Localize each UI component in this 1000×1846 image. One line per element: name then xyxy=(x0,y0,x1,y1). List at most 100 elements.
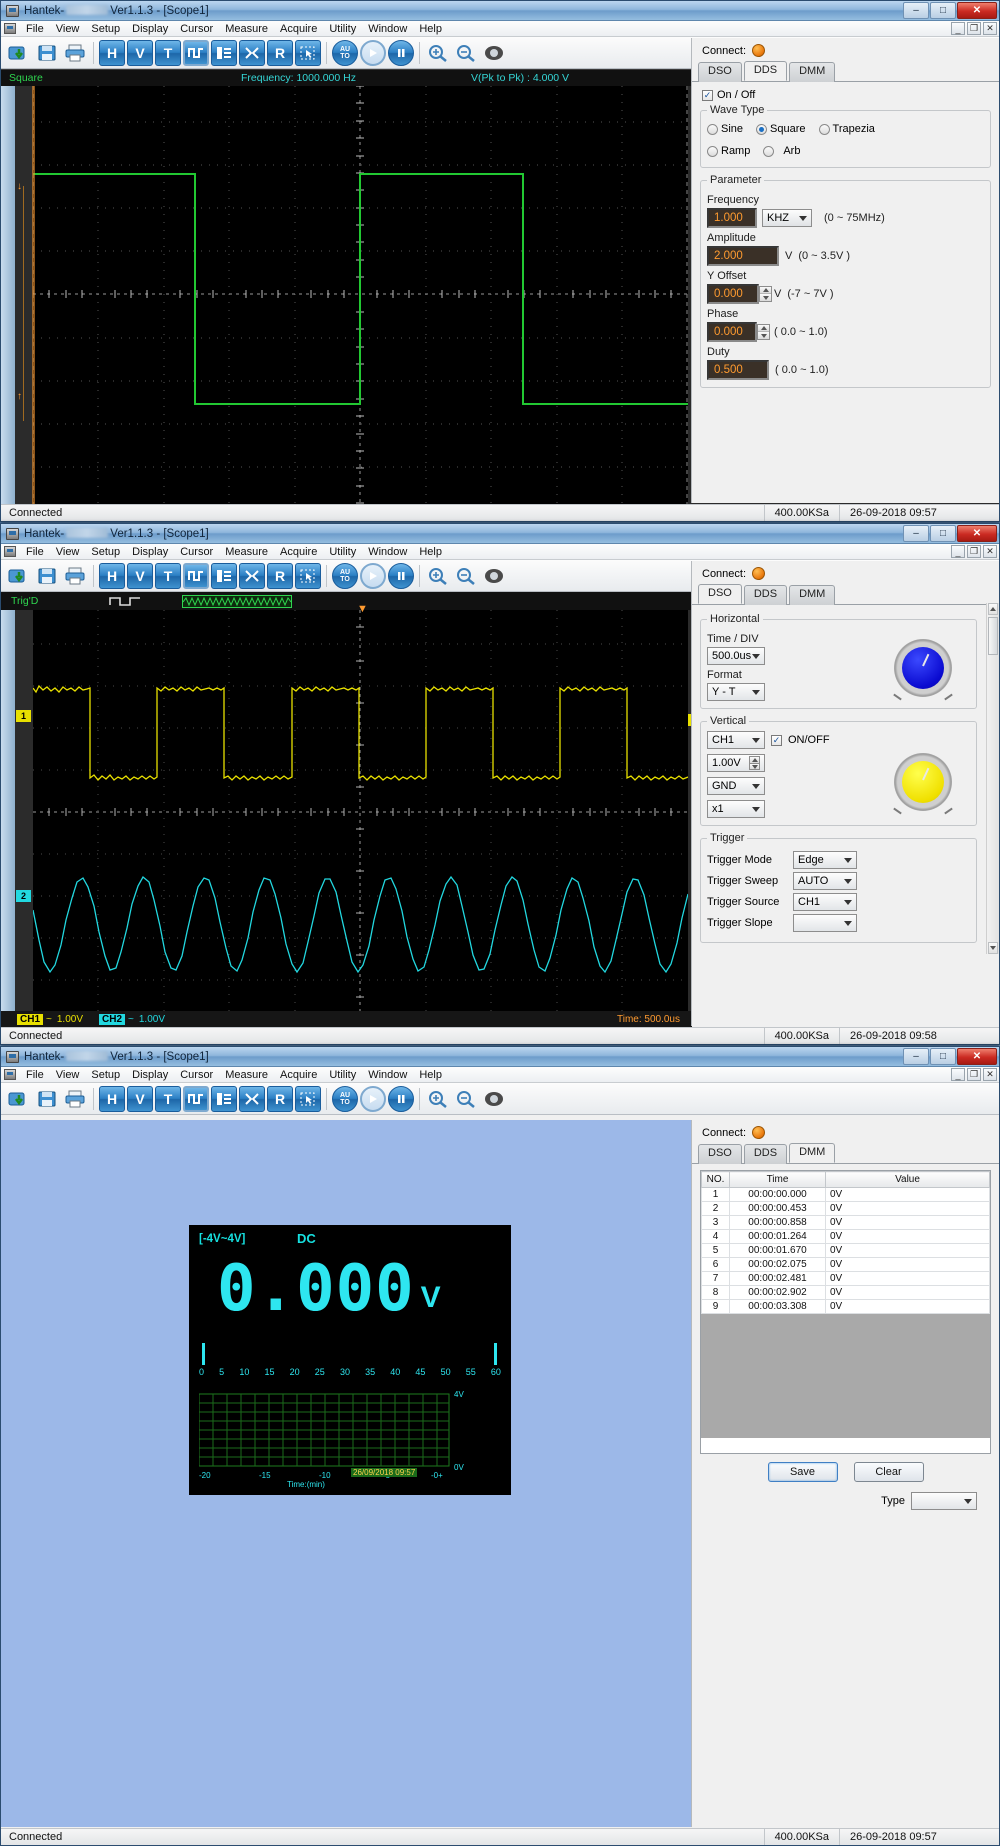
print-icon[interactable] xyxy=(62,40,88,66)
table-row[interactable]: 2 00:00:00.453 0V xyxy=(701,1201,990,1216)
frequency-input[interactable]: 1.000 xyxy=(707,208,757,228)
maximize-button[interactable]: □ xyxy=(930,2,956,19)
menu-view-3[interactable]: View xyxy=(50,1069,86,1081)
ch-marker-top[interactable]: ↓ xyxy=(17,181,22,192)
measure-list-icon-2[interactable] xyxy=(211,562,237,589)
mdi-close-button[interactable]: ✕ xyxy=(983,22,997,35)
minimize-button[interactable]: – xyxy=(903,2,929,19)
minimize-button-2[interactable]: – xyxy=(903,525,929,542)
ch1-footer-badge[interactable]: CH1 xyxy=(17,1013,44,1025)
window2-titlebar[interactable]: Hantek- Ver1.1.3 - [Scope1] – □ ✕ xyxy=(1,524,999,544)
print-icon-3[interactable] xyxy=(62,1086,88,1112)
tab-dmm-1[interactable]: DMM xyxy=(789,62,836,82)
type-select[interactable] xyxy=(911,1492,977,1510)
window3-titlebar[interactable]: Hantek- Ver1.1.3 - [Scope1] – □ ✕ xyxy=(1,1047,999,1067)
phase-stepper[interactable] xyxy=(757,324,770,340)
menu-display-2[interactable]: Display xyxy=(126,546,174,558)
ch-marker-bottom[interactable]: ↑ xyxy=(17,391,22,402)
trigger-position-marker[interactable]: ▼ xyxy=(357,603,368,615)
close-button-3[interactable]: ✕ xyxy=(957,1048,997,1065)
waveform-icon-3[interactable] xyxy=(183,1085,209,1112)
menu-display[interactable]: Display xyxy=(126,23,174,35)
cursor-select-icon-3[interactable] xyxy=(295,1085,321,1112)
clear-button[interactable]: Clear xyxy=(853,1462,924,1482)
channel-onoff-checkbox[interactable]: ✓ xyxy=(771,734,782,746)
table-row[interactable]: 5 00:00:01.670 0V xyxy=(701,1243,990,1258)
menu-measure-3[interactable]: Measure xyxy=(219,1069,274,1081)
save-image-icon-2[interactable] xyxy=(481,563,507,589)
dds-onoff-checkbox[interactable]: ✓ xyxy=(702,89,713,101)
radio-trapezia[interactable] xyxy=(818,123,830,135)
menu-utility-3[interactable]: Utility xyxy=(323,1069,362,1081)
radio-ramp[interactable] xyxy=(707,145,718,157)
menu-file-2[interactable]: File xyxy=(20,546,50,558)
menu-window-2[interactable]: Window xyxy=(362,546,413,558)
zoom-in-icon-2[interactable] xyxy=(425,563,451,589)
cursor-select-icon[interactable] xyxy=(295,39,321,66)
mdi-restore-button[interactable]: ❐ xyxy=(967,22,981,35)
time-div-knob[interactable] xyxy=(894,639,952,697)
open-icon-2[interactable] xyxy=(6,563,32,589)
save-image-icon-3[interactable] xyxy=(481,1086,507,1112)
menu-acquire[interactable]: Acquire xyxy=(274,23,323,35)
mdi-close-button-2[interactable]: ✕ xyxy=(983,545,997,558)
menu-file-3[interactable]: File xyxy=(20,1069,50,1081)
mdi-close-button-3[interactable]: ✕ xyxy=(983,1068,997,1081)
ch2-position-marker[interactable]: 2 xyxy=(16,890,31,902)
open-icon-3[interactable] xyxy=(6,1086,32,1112)
menu-view-2[interactable]: View xyxy=(50,546,86,558)
menu-setup[interactable]: Setup xyxy=(85,23,126,35)
pause-icon[interactable] xyxy=(388,39,414,66)
radio-arb[interactable] xyxy=(763,145,775,157)
menu-display-3[interactable]: Display xyxy=(126,1069,174,1081)
trigger-sweep-select[interactable]: AUTO xyxy=(793,872,857,890)
tab-dmm-3[interactable]: DMM xyxy=(789,1143,836,1163)
tab-dds-3[interactable]: DDS xyxy=(743,1144,788,1164)
zoom-out-icon-3[interactable] xyxy=(453,1086,479,1112)
reference-icon[interactable]: R xyxy=(267,39,293,66)
menu-cursor-3[interactable]: Cursor xyxy=(174,1069,219,1081)
math-icon-3[interactable] xyxy=(239,1085,265,1112)
duty-input[interactable]: 0.500 xyxy=(707,360,769,380)
trigger-icon-2[interactable]: T xyxy=(155,562,181,589)
amplitude-input[interactable]: 2.000 xyxy=(707,246,779,266)
horizontal-icon-2[interactable]: H xyxy=(99,562,125,589)
zoom-in-icon-3[interactable] xyxy=(425,1086,451,1112)
auto-icon[interactable]: AU TO xyxy=(332,39,358,66)
measure-list-icon[interactable] xyxy=(211,39,237,66)
print-icon-2[interactable] xyxy=(62,563,88,589)
auto-icon-2[interactable]: AU TO xyxy=(332,562,358,589)
radio-sine[interactable] xyxy=(707,123,718,135)
phase-input[interactable]: 0.000 xyxy=(707,322,757,342)
mdi-restore-button-3[interactable]: ❐ xyxy=(967,1068,981,1081)
auto-icon-3[interactable]: AU TO xyxy=(332,1085,358,1112)
save-icon-3[interactable] xyxy=(34,1086,60,1112)
table-row[interactable]: 6 00:00:02.075 0V xyxy=(701,1257,990,1272)
scroll-thumb[interactable] xyxy=(988,617,998,655)
save-image-icon[interactable] xyxy=(481,40,507,66)
window1-titlebar[interactable]: Hantek- Ver1.1.3 - [Scope1] – □ ✕ xyxy=(1,1,999,21)
cursor-select-icon-2[interactable] xyxy=(295,562,321,589)
tab-dds-2[interactable]: DDS xyxy=(743,585,788,605)
table-row[interactable]: 1 00:00:00.000 0V xyxy=(701,1187,990,1202)
menu-utility-2[interactable]: Utility xyxy=(323,546,362,558)
scroll-up-arrow[interactable] xyxy=(988,603,998,615)
ch1-position-marker[interactable]: 1 xyxy=(16,710,31,722)
mdi-minimize-button-3[interactable]: _ xyxy=(951,1068,965,1081)
time-div-select[interactable]: 500.0us xyxy=(707,647,765,665)
reference-icon-2[interactable]: R xyxy=(267,562,293,589)
tab-dso-1[interactable]: DSO xyxy=(698,62,742,82)
channel-select[interactable]: CH1 xyxy=(707,731,765,749)
menu-cursor[interactable]: Cursor xyxy=(174,23,219,35)
trigger-icon[interactable]: T xyxy=(155,39,181,66)
panel-scrollbar[interactable] xyxy=(986,603,999,954)
dmm-log-table[interactable]: NO. Time Value 1 00:00:00.000 0V 2 00:00:00… xyxy=(700,1170,991,1454)
ch2-footer-badge[interactable]: CH2 xyxy=(99,1013,126,1025)
open-icon[interactable] xyxy=(6,40,32,66)
save-icon-2[interactable] xyxy=(34,563,60,589)
measure-list-icon-3[interactable] xyxy=(211,1085,237,1112)
horizontal-icon-3[interactable]: H xyxy=(99,1085,125,1112)
pause-icon-2[interactable] xyxy=(388,562,414,589)
vertical-icon-3[interactable]: V xyxy=(127,1085,153,1112)
run-icon[interactable] xyxy=(360,39,386,66)
